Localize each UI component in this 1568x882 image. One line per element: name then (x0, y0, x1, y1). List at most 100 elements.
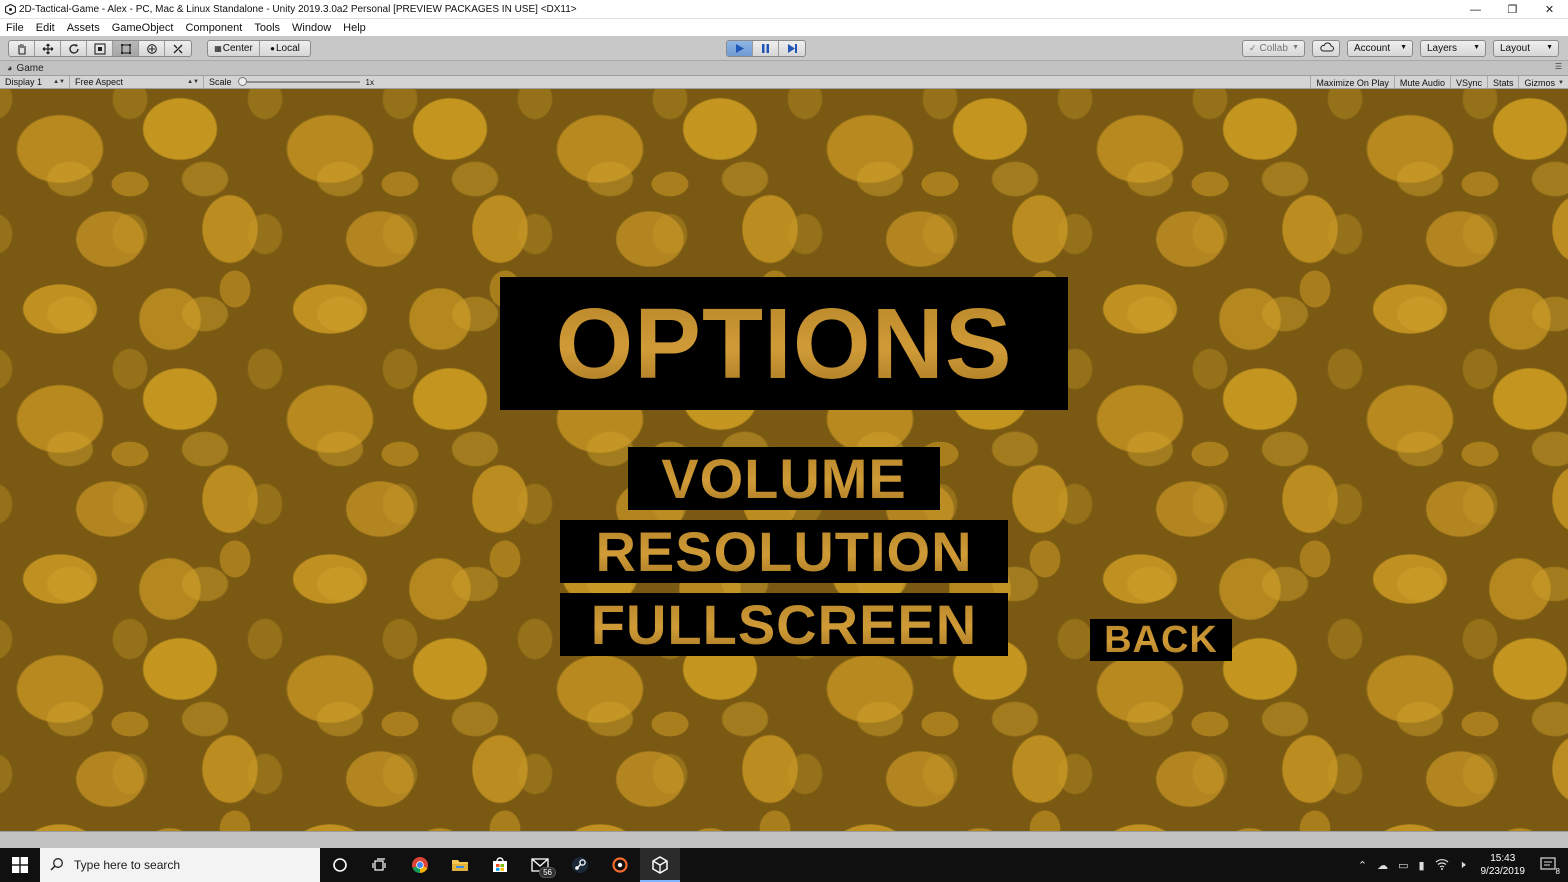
task-view-icon[interactable] (360, 848, 400, 882)
account-dropdown[interactable]: Account ▼ (1347, 40, 1413, 57)
layout-dropdown[interactable]: Layout ▼ (1493, 40, 1559, 57)
windows-start-icon[interactable] (0, 848, 40, 882)
chevron-up-icon[interactable]: ⌃ (1358, 859, 1367, 872)
menu-component[interactable]: Component (179, 22, 248, 34)
pivot-toggles: ▦ Center ● Local (207, 40, 311, 57)
cortana-icon[interactable] (320, 848, 360, 882)
pivot-local-label: Local (275, 43, 300, 54)
chevron-down-icon: ▼ (1546, 44, 1553, 51)
volume-muted-icon[interactable]: 🕨 (1459, 859, 1466, 872)
editor-status-bar (0, 831, 1568, 848)
volume-button[interactable]: VOLUME (628, 447, 940, 510)
transform-tools (8, 40, 192, 57)
chrome-icon[interactable] (400, 848, 440, 882)
taskbar-search[interactable]: Type here to search (40, 848, 320, 882)
display-dropdown[interactable]: Display 1 ▲▼ (0, 75, 70, 89)
play-icon[interactable] (727, 41, 753, 56)
menu-help[interactable]: Help (337, 22, 372, 34)
hand-icon[interactable] (9, 41, 35, 56)
collab-dropdown[interactable]: ✓ Collab ▼ (1242, 40, 1305, 57)
mail-icon[interactable]: 56 (520, 848, 560, 882)
play-controls (726, 40, 806, 57)
unity-logo-icon (4, 3, 16, 15)
onedrive-cloud-icon[interactable]: ☁ (1377, 859, 1388, 872)
fullscreen-label: FULLSCREEN (590, 592, 978, 656)
storage-icon[interactable]: ▭ (1398, 859, 1408, 872)
cloud-icon (1320, 42, 1334, 55)
pivot-center-button[interactable]: ▦ Center (208, 41, 260, 56)
scale-icon[interactable] (87, 41, 113, 56)
scale-slider-thumb[interactable] (237, 77, 247, 86)
scale-slider[interactable] (237, 77, 360, 86)
rotate-icon[interactable] (61, 41, 87, 56)
main-toolbar: ▦ Center ● Local ✓ Collab ▼ Account ▼ La… (0, 36, 1568, 61)
scale-value: 1x (365, 77, 374, 87)
pacman-game-icon: ◕ (7, 63, 13, 73)
layers-dropdown[interactable]: Layers ▼ (1420, 40, 1486, 57)
fullscreen-button[interactable]: FULLSCREEN (560, 593, 1008, 656)
rect-icon[interactable] (113, 41, 139, 56)
aspect-dropdown[interactable]: Free Aspect ▲▼ (70, 75, 204, 89)
notification-count: 8 (1555, 866, 1560, 876)
check-icon: ✓ (1249, 43, 1257, 53)
tab-menu-icon[interactable]: ☰ (1555, 62, 1562, 71)
taskbar-clock[interactable]: 15:43 9/23/2019 (1481, 852, 1526, 878)
mute-audio-toggle[interactable]: Mute Audio (1393, 76, 1450, 89)
notification-center-icon[interactable]: 8 (1540, 856, 1560, 876)
back-button[interactable]: BACK (1090, 619, 1232, 661)
clock-time: 15:43 (1490, 853, 1516, 864)
menu-assets[interactable]: Assets (61, 22, 106, 34)
unity-icon[interactable] (640, 848, 680, 882)
chevron-down-icon: ▼ (1558, 79, 1564, 86)
gizmos-dropdown[interactable]: Gizmos ▼ (1518, 76, 1568, 89)
menu-edit[interactable]: Edit (30, 22, 61, 34)
steam-icon[interactable] (560, 848, 600, 882)
menu-gameobject[interactable]: GameObject (106, 22, 180, 34)
volume-label: VOLUME (661, 446, 907, 510)
clock-date: 9/23/2019 (1480, 866, 1526, 877)
options-title: OPTIONS (500, 277, 1068, 410)
menu-window[interactable]: Window (286, 22, 337, 34)
stats-toggle[interactable]: Stats (1486, 76, 1519, 89)
chevron-down-icon: ▼ (1292, 44, 1299, 51)
menu-file[interactable]: File (0, 22, 30, 34)
game-view: OPTIONS VOLUME RESOLUTION FULLSCREEN BAC… (0, 89, 1568, 831)
menu-tools[interactable]: Tools (248, 22, 286, 34)
cloud-button[interactable] (1312, 40, 1340, 57)
center-pivot-icon: ▦ (214, 44, 222, 53)
transform-icon[interactable] (139, 41, 165, 56)
resolution-label: RESOLUTION (595, 519, 973, 583)
chevron-down-icon: ▼ (1400, 44, 1407, 51)
maximize-on-play-toggle[interactable]: Maximize On Play (1310, 76, 1394, 89)
wifi-icon[interactable] (1435, 858, 1449, 873)
chevron-down-icon: ▼ (1473, 44, 1480, 51)
display-label: Display 1 (5, 77, 43, 87)
pause-icon[interactable] (753, 41, 779, 56)
file-explorer-icon[interactable] (440, 848, 480, 882)
scale-label: Scale (209, 77, 232, 87)
step-icon[interactable] (779, 41, 805, 56)
origin-icon[interactable] (600, 848, 640, 882)
minimize-icon[interactable]: — (1457, 0, 1494, 19)
system-tray: ⌃ ☁ ▭ ▮ 🕨 15:43 9/23/2019 8 (1353, 848, 1568, 882)
battery-icon[interactable]: ▮ (1419, 859, 1425, 872)
collab-label: Collab (1259, 43, 1288, 54)
move-icon[interactable] (35, 41, 61, 56)
menu-bar: File Edit Assets GameObject Component To… (0, 19, 1568, 36)
restore-icon[interactable]: ❐ (1494, 0, 1531, 19)
custom-tool-icon[interactable] (165, 41, 191, 56)
vsync-toggle[interactable]: VSync (1449, 76, 1487, 89)
game-tab[interactable]: ◕ Game ☰ (0, 61, 1568, 75)
account-label: Account (1354, 43, 1391, 54)
mail-unread-badge: 56 (539, 867, 556, 878)
close-icon[interactable]: ✕ (1531, 0, 1568, 19)
window-title: 2D-Tactical-Game - Alex - PC, Mac & Linu… (19, 3, 577, 15)
resolution-button[interactable]: RESOLUTION (560, 520, 1008, 583)
options-title-text: OPTIONS (555, 287, 1013, 400)
game-view-bar: Display 1 ▲▼ Free Aspect ▲▼ Scale 1x Max… (0, 75, 1568, 89)
store-icon[interactable] (480, 848, 520, 882)
updown-icon: ▲▼ (187, 79, 199, 85)
back-label: BACK (1104, 619, 1218, 661)
pivot-center-label: Center (222, 43, 253, 54)
pivot-local-button[interactable]: ● Local (260, 41, 310, 56)
